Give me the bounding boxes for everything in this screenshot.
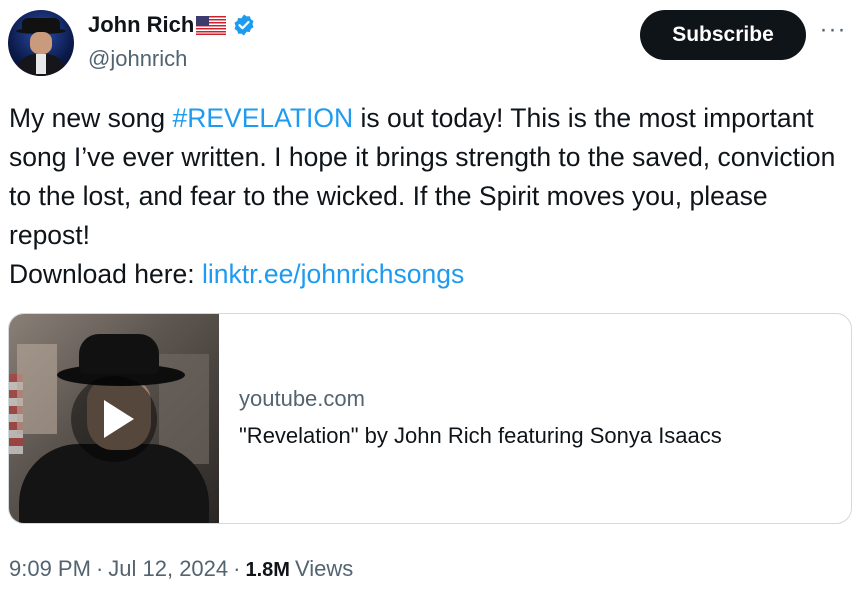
author-display-name[interactable]: John Rich bbox=[88, 12, 194, 38]
card-domain: youtube.com bbox=[239, 386, 365, 411]
tweet-date[interactable]: Jul 12, 2024 bbox=[108, 556, 228, 582]
hashtag-link[interactable]: #REVELATION bbox=[173, 103, 354, 133]
views-label: Views bbox=[294, 556, 354, 581]
avatar-shirt bbox=[36, 54, 46, 74]
avatar-face bbox=[30, 32, 52, 54]
verified-badge-icon[interactable] bbox=[232, 13, 256, 37]
link-preview-card[interactable]: youtube.com "Revelation" by John Rich fe… bbox=[8, 313, 852, 524]
tweet-metadata: 9:09 PM · Jul 12, 2024 · 1.8M Views bbox=[9, 556, 353, 582]
tweet-text-part: My new song bbox=[9, 103, 173, 133]
thumbnail-window bbox=[17, 344, 57, 434]
more-options-icon[interactable]: ··· bbox=[818, 18, 848, 50]
tweet-text: My new song #REVELATION is out today! Th… bbox=[9, 99, 849, 294]
us-flag-icon bbox=[196, 15, 227, 35]
meta-separator: · bbox=[95, 556, 104, 581]
author-handle[interactable]: @johnrich bbox=[88, 46, 187, 72]
tweet-time[interactable]: 9:09 PM bbox=[9, 556, 91, 582]
views-count: 1.8M bbox=[245, 559, 290, 581]
video-thumbnail[interactable] bbox=[9, 314, 219, 523]
play-button-icon[interactable] bbox=[71, 376, 157, 462]
author-name-row[interactable]: John Rich bbox=[88, 12, 256, 38]
subscribe-button[interactable]: Subscribe bbox=[640, 10, 806, 60]
card-title[interactable]: "Revelation" by John Rich featuring Sony… bbox=[239, 423, 722, 449]
author-avatar[interactable] bbox=[8, 10, 74, 76]
thumbnail-hat-crown bbox=[79, 334, 159, 374]
meta-separator: · bbox=[233, 556, 241, 581]
download-link[interactable]: linktr.ee/johnrichsongs bbox=[202, 259, 464, 289]
